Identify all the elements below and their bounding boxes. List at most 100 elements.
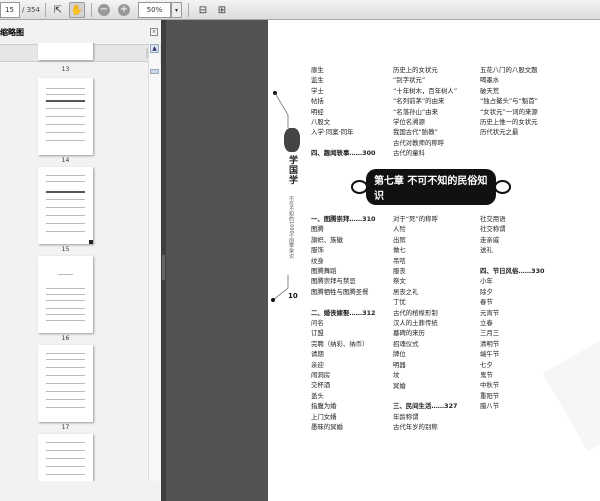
toc-entry[interactable]: 对于“死”的称呼 bbox=[393, 214, 457, 224]
zoom-out-icon[interactable]: − bbox=[96, 2, 112, 18]
scroll-up-button[interactable]: ▲ bbox=[150, 44, 159, 53]
fit-page-icon[interactable]: ⊟ bbox=[195, 2, 211, 18]
toc-entry[interactable]: 服丧 bbox=[393, 266, 457, 276]
toc-entry[interactable]: 丁忧 bbox=[393, 297, 457, 307]
toc-entry[interactable]: 五花八门的八股文题 bbox=[480, 65, 538, 75]
toc-entry[interactable]: 帖括 bbox=[311, 96, 375, 106]
toc-entry[interactable]: 历代状元之最 bbox=[480, 127, 538, 137]
toc-entry[interactable]: 旗帜、族徽 bbox=[311, 235, 375, 245]
hand-tool-icon[interactable]: ✋ bbox=[69, 2, 85, 18]
page-number-input[interactable]: 15 bbox=[0, 2, 20, 18]
toc-entry[interactable]: 人殓 bbox=[393, 224, 457, 234]
toc-entry[interactable]: 招魂仪式 bbox=[393, 339, 457, 349]
toc-entry[interactable]: 吊唁 bbox=[393, 256, 457, 266]
toc-entry[interactable]: “独占鳌头”与“魁首” bbox=[480, 96, 538, 106]
thumbnail-page[interactable] bbox=[38, 256, 93, 333]
toc-entry[interactable]: 祭文 bbox=[393, 276, 457, 286]
toc-entry[interactable]: 出殡 bbox=[393, 235, 457, 245]
toc-entry[interactable]: 图腾牺牲与图腾圣餐 bbox=[311, 287, 375, 297]
toc-entry[interactable]: “女状元”一词的来源 bbox=[480, 107, 538, 117]
toc-entry[interactable]: 走亲戚 bbox=[480, 235, 544, 245]
panel-close-button[interactable]: × bbox=[150, 28, 158, 36]
toc-entry[interactable]: 中秋节 bbox=[480, 380, 544, 390]
toc-entry[interactable]: 社交用语 bbox=[480, 214, 544, 224]
toc-entry[interactable]: “名列前茅”的由来 bbox=[393, 96, 457, 106]
toc-entry[interactable]: 交杯酒 bbox=[311, 380, 375, 390]
toc-entry[interactable]: 明器 bbox=[393, 360, 457, 370]
toc-section-heading[interactable]: 二、婚丧嫁娶……312 bbox=[311, 308, 375, 318]
toc-entry[interactable]: 订盟 bbox=[311, 328, 375, 338]
toc-entry[interactable]: 古代对教师的称呼 bbox=[393, 138, 457, 148]
toc-entry[interactable]: 牌位 bbox=[393, 349, 457, 359]
toc-entry[interactable]: 图腾 bbox=[311, 224, 375, 234]
toc-entry[interactable]: 元宵节 bbox=[480, 308, 544, 318]
toc-entry[interactable]: 清明节 bbox=[480, 339, 544, 349]
toc-section-heading[interactable]: 一、图腾崇拜……310 bbox=[311, 214, 375, 224]
toc-entry[interactable]: 古代的童科 bbox=[393, 148, 457, 158]
zoom-input[interactable]: 50% bbox=[138, 2, 171, 18]
toc-entry[interactable]: 冥婚 bbox=[393, 381, 457, 391]
toc-entry[interactable]: 历史上惟一的女状元 bbox=[480, 117, 538, 127]
toc-entry[interactable]: 八股文 bbox=[311, 117, 375, 127]
toc-entry[interactable]: 重阳节 bbox=[480, 391, 544, 401]
toc-entry[interactable]: 喝墨水 bbox=[480, 75, 538, 85]
toc-entry[interactable]: 七夕 bbox=[480, 360, 544, 370]
thumbnail-page-current[interactable] bbox=[38, 167, 93, 244]
toc-entry[interactable]: 社交称谓 bbox=[480, 224, 544, 234]
toc-entry[interactable]: 鬼节 bbox=[480, 370, 544, 380]
toc-entry[interactable]: 居丧之礼 bbox=[393, 287, 457, 297]
toc-entry[interactable]: 送礼 bbox=[480, 245, 544, 255]
splitter-grip[interactable] bbox=[162, 255, 165, 280]
toc-entry[interactable]: 图腾崇拜与禁忌 bbox=[311, 276, 375, 286]
thumbnail-page[interactable] bbox=[38, 345, 93, 422]
toc-entry[interactable]: 古代年岁的别称 bbox=[393, 422, 457, 432]
fit-width-icon[interactable]: ⊞ bbox=[214, 2, 230, 18]
toc-entry[interactable]: 服饰 bbox=[311, 245, 375, 255]
toc-entry[interactable]: 纹身 bbox=[311, 256, 375, 266]
toc-entry[interactable]: 腊八节 bbox=[480, 401, 544, 411]
toc-entry[interactable]: 我国古代“胎教” bbox=[393, 127, 457, 137]
zoom-dropdown-button[interactable]: ▾ bbox=[171, 2, 182, 18]
thumbnails-scrollbar[interactable]: ▲ bbox=[148, 43, 160, 481]
toc-entry[interactable]: 问名 bbox=[311, 318, 375, 328]
toc-entry[interactable]: 明经 bbox=[311, 107, 375, 117]
toc-entry[interactable]: 亲迎 bbox=[311, 360, 375, 370]
toc-entry[interactable]: “十年树木，百年树人” bbox=[393, 86, 457, 96]
select-tool-icon[interactable]: ⇱ bbox=[50, 2, 66, 18]
toc-entry[interactable]: 盖头 bbox=[311, 391, 375, 401]
toc-entry[interactable]: 监生 bbox=[311, 75, 375, 85]
toc-entry[interactable]: “名落孙山”由来 bbox=[393, 107, 457, 117]
toc-entry[interactable]: 学位名溯源 bbox=[393, 117, 457, 127]
toc-entry[interactable]: 做七 bbox=[393, 245, 457, 255]
toc-entry[interactable]: “别字状元” bbox=[393, 75, 457, 85]
toc-entry[interactable]: 年龄称谓 bbox=[393, 412, 457, 422]
toc-entry[interactable]: 廪生 bbox=[311, 65, 375, 75]
toc-entry[interactable]: 坟 bbox=[393, 370, 457, 380]
toc-entry[interactable]: 春节 bbox=[480, 297, 544, 307]
toc-section-heading[interactable]: 四、趣闻轶事……300 bbox=[311, 148, 375, 158]
toc-section-heading[interactable]: 三、民间生活……327 bbox=[393, 401, 457, 411]
toc-entry[interactable]: 汉人的土葬传统 bbox=[393, 318, 457, 328]
toc-entry[interactable]: 端午节 bbox=[480, 349, 544, 359]
toc-entry[interactable]: 上门女婿 bbox=[311, 412, 375, 422]
toc-entry[interactable]: 学士 bbox=[311, 86, 375, 96]
toc-entry[interactable]: 完聘（纳彩、纳币） bbox=[311, 339, 375, 349]
toc-entry[interactable]: 小年 bbox=[480, 276, 544, 286]
toc-entry[interactable]: 历史上的女状元 bbox=[393, 65, 457, 75]
zoom-in-icon[interactable]: + bbox=[116, 2, 132, 18]
toc-entry[interactable]: 闹洞房 bbox=[311, 370, 375, 380]
scrollbar-thumb[interactable] bbox=[150, 69, 159, 74]
thumbnail-page[interactable] bbox=[38, 43, 93, 60]
toc-entry[interactable]: 指腹为婚 bbox=[311, 401, 375, 411]
toc-entry[interactable]: 图腾舞蹈 bbox=[311, 266, 375, 276]
thumbnail-page[interactable] bbox=[38, 434, 93, 481]
toc-entry[interactable]: 除夕 bbox=[480, 287, 544, 297]
toc-entry[interactable]: 破天荒 bbox=[480, 86, 538, 96]
toc-entry[interactable]: 立春 bbox=[480, 318, 544, 328]
toc-entry[interactable]: 请期 bbox=[311, 349, 375, 359]
thumbnail-page[interactable] bbox=[38, 78, 93, 155]
toc-entry[interactable]: 古代的棺椁形制 bbox=[393, 308, 457, 318]
toc-entry[interactable]: 入学·同案·同年 bbox=[311, 127, 375, 137]
toc-section-heading[interactable]: 四、节日风俗……330 bbox=[480, 266, 544, 276]
toc-entry[interactable]: 墓碑的来历 bbox=[393, 328, 457, 338]
